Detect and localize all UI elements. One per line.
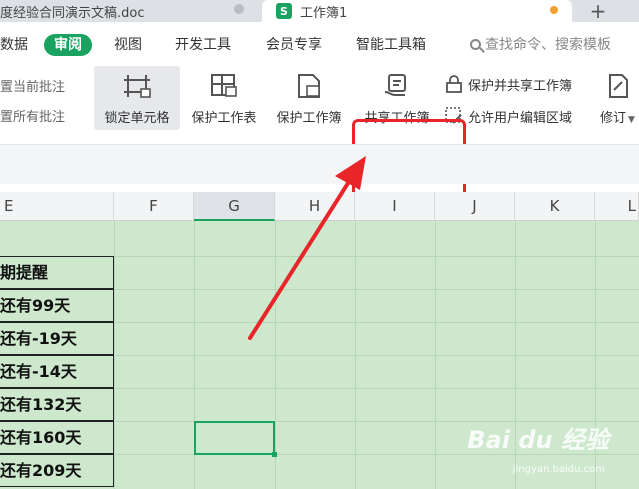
baidu-watermark-url: jingyan.baidu.com bbox=[512, 464, 605, 475]
baidu-watermark-logo: Bai du 经验 bbox=[467, 426, 609, 454]
annotation-arrow-icon bbox=[248, 156, 366, 340]
